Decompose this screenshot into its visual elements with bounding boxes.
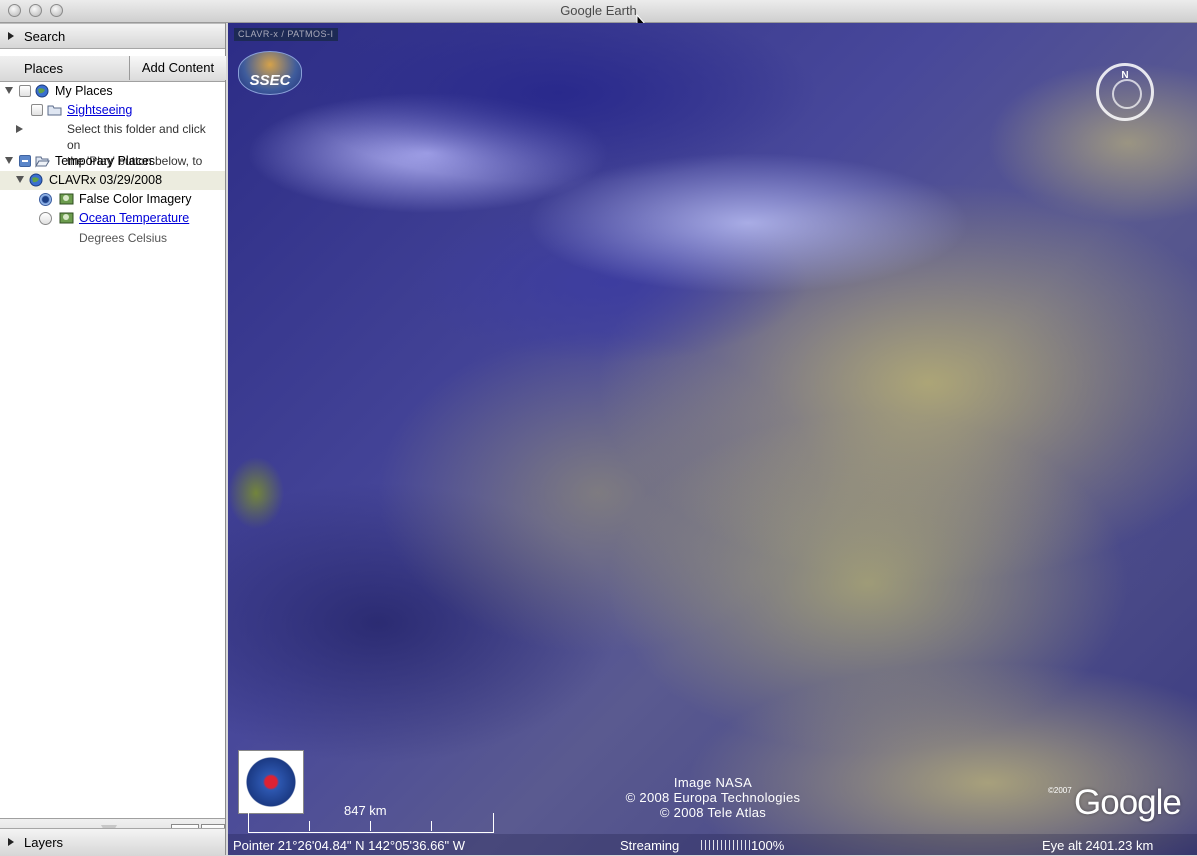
places-tree: My Places Sightseeing Select this folder… — [0, 82, 225, 792]
temporary-places-label: Temporary Places — [55, 154, 156, 168]
nasa-logo — [238, 750, 304, 814]
layers-panel-header[interactable]: Layers — [0, 828, 225, 856]
tree-row-my-places[interactable]: My Places — [0, 82, 225, 101]
disclosure-triangle-icon[interactable] — [8, 838, 14, 846]
google-copyright: ©2007 — [1048, 786, 1072, 795]
sidebar: Search Places Add Content My Places Sigh… — [0, 23, 226, 856]
sightseeing-description-expand-icon[interactable] — [16, 125, 23, 133]
expand-triangle-icon[interactable] — [5, 157, 13, 164]
pointer-coordinates: Pointer 21°26'04.84" N 142°05'36.66" W — [233, 838, 466, 853]
my-places-label: My Places — [55, 84, 113, 98]
ocean-temperature-radio[interactable] — [39, 212, 52, 225]
layers-panel-label: Layers — [24, 835, 64, 850]
temporary-places-checkbox[interactable] — [19, 155, 31, 167]
streaming-progress-bar — [701, 840, 751, 850]
clavrx-overlay-tag: CLAVR-x / PATMOS-I — [234, 28, 338, 41]
ground-overlay-icon — [59, 193, 74, 205]
google-logo: Google — [1074, 783, 1182, 822]
places-panel-label: Places — [24, 61, 64, 76]
imagery-credits: Image NASA © 2008 Europa Technologies © … — [608, 775, 818, 820]
ssec-logo-text: SSEC — [249, 72, 291, 89]
ssec-logo: SSEC — [238, 51, 302, 95]
open-folder-icon — [35, 156, 50, 168]
window-title: Google Earth — [560, 3, 637, 18]
search-panel-header[interactable]: Search — [0, 23, 225, 49]
eye-altitude: Eye alt 2401.23 km — [1042, 838, 1154, 853]
disclosure-triangle-icon[interactable] — [8, 32, 14, 40]
window-titlebar: Google Earth — [0, 0, 1197, 23]
my-places-checkbox[interactable] — [19, 85, 31, 97]
globe-icon — [35, 84, 49, 98]
ocean-temperature-link[interactable]: Ocean Temperature — [79, 211, 189, 225]
expand-triangle-icon[interactable] — [16, 176, 24, 183]
navigation-compass[interactable]: N — [1096, 63, 1154, 121]
add-content-button[interactable]: Add Content — [129, 56, 226, 80]
tree-row-false-color-imagery[interactable]: False Color Imagery — [0, 190, 225, 209]
false-color-imagery-label: False Color Imagery — [79, 192, 192, 206]
streaming-percent: 100% — [751, 838, 785, 853]
network-link-globe-icon — [29, 173, 43, 187]
tree-row-temporary-places[interactable]: Temporary Places — [0, 152, 225, 171]
search-panel-label: Search — [24, 29, 66, 44]
compass-north-label: N — [1121, 70, 1129, 81]
folder-icon — [47, 105, 62, 116]
credit-line: © 2008 Europa Technologies — [625, 790, 801, 805]
ground-overlay-icon — [59, 212, 74, 224]
tree-row-sightseeing[interactable]: Sightseeing — [0, 101, 225, 120]
tree-row-ocean-temperature[interactable]: Ocean Temperature — [0, 209, 225, 228]
streaming-label: Streaming — [620, 838, 680, 853]
sightseeing-description-line-1: Select this folder and click on — [67, 122, 206, 152]
false-color-radio[interactable] — [39, 193, 52, 206]
places-panel-header[interactable]: Places Add Content — [0, 56, 226, 82]
ocean-temperature-description: Degrees Celsius — [79, 231, 168, 245]
scale-legend — [248, 813, 494, 833]
tree-row-clavrx[interactable]: CLAVRx 03/29/2008 — [0, 171, 225, 190]
sightseeing-link[interactable]: Sightseeing — [67, 103, 132, 117]
earth-view[interactable]: CLAVR-x / PATMOS-I SSEC N 847 km Image N… — [228, 23, 1197, 855]
clavrx-label: CLAVRx 03/29/2008 — [49, 173, 163, 187]
status-bar: Pointer 21°26'04.84" N 142°05'36.66" W S… — [228, 834, 1197, 855]
expand-triangle-icon[interactable] — [5, 87, 13, 94]
sightseeing-checkbox[interactable] — [31, 104, 43, 116]
credit-line: © 2008 Tele Atlas — [659, 805, 767, 820]
credit-line: Image NASA — [673, 775, 753, 790]
